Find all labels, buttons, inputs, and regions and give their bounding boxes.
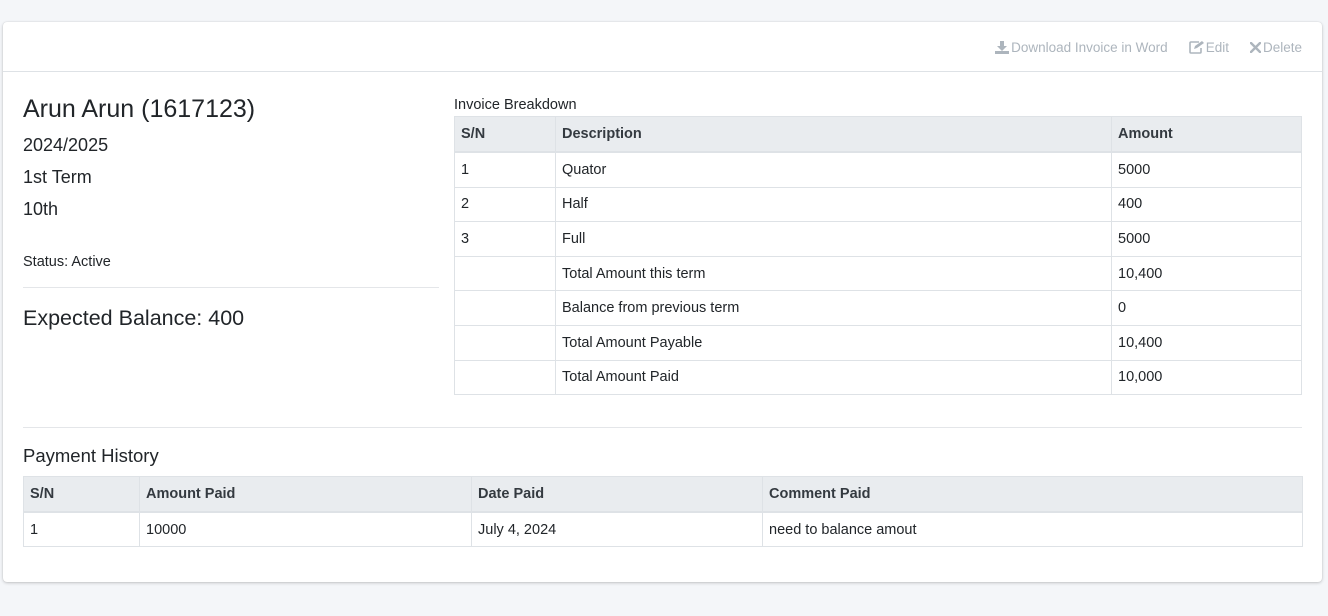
cell-amount: 10,400 xyxy=(1111,324,1302,361)
cell-description: Total Amount this term xyxy=(555,255,1112,292)
cell-amount: 0 xyxy=(1111,290,1302,326)
section-divider xyxy=(23,427,1302,428)
delete-label: Delete xyxy=(1262,40,1302,55)
cell-comment-paid: need to balance amout xyxy=(762,511,1303,547)
term: 1st Term xyxy=(23,167,92,187)
divider xyxy=(23,287,439,288)
payment-history-title: Payment History xyxy=(23,445,159,466)
session: 2024/2025 xyxy=(23,135,109,155)
cell-sn xyxy=(454,290,556,326)
table-row: 3 Full 5000 xyxy=(454,221,1302,257)
cell-sn: 1 xyxy=(23,511,140,547)
cell-amount-paid: 10000 xyxy=(139,511,472,547)
cell-sn: 3 xyxy=(454,221,556,257)
invoice-breakdown-table: S/N Description Amount 1 Quator 5000 2 H… xyxy=(454,116,1302,396)
cell-description: Total Amount Payable xyxy=(555,324,1112,361)
cell-description: Half xyxy=(555,186,1112,223)
class-level: 10th xyxy=(23,199,59,219)
table-row: 1 10000 July 4, 2024 need to balance amo… xyxy=(23,511,1303,547)
card-tools: Download Invoice in Word Edit Delete xyxy=(974,40,1302,55)
edit-label: Edit xyxy=(1205,40,1229,55)
student-name: Arun Arun (1617123) xyxy=(23,95,256,123)
table-row: 1 Quator 5000 xyxy=(454,151,1302,188)
cell-description: Quator xyxy=(555,151,1112,188)
payment-history-table: S/N Amount Paid Date Paid Comment Paid 1… xyxy=(23,476,1303,547)
column-header-amount: Amount xyxy=(1111,116,1302,153)
table-row: 2 Half 400 xyxy=(454,186,1302,223)
cell-sn xyxy=(454,324,556,361)
delete-button[interactable]: Delete xyxy=(1249,40,1302,55)
table-header-row: S/N Amount Paid Date Paid Comment Paid xyxy=(23,476,1303,513)
cell-description: Total Amount Paid xyxy=(555,359,1112,396)
column-header-sn: S/N xyxy=(23,476,140,513)
cell-sn xyxy=(454,359,556,396)
download-invoice-button[interactable]: Download Invoice in Word xyxy=(995,40,1168,55)
table-header-row: S/N Description Amount xyxy=(454,116,1302,153)
table-row: Total Amount Payable 10,400 xyxy=(454,324,1302,361)
cell-description: Balance from previous term xyxy=(555,290,1112,326)
table-row: Total Amount Paid 10,000 xyxy=(454,359,1302,396)
column-header-date-paid: Date Paid xyxy=(471,476,763,513)
edit-button[interactable]: Edit xyxy=(1188,40,1229,55)
cell-description: Full xyxy=(555,221,1112,257)
table-row: Total Amount this term 10,400 xyxy=(454,255,1302,292)
cell-sn: 2 xyxy=(454,186,556,223)
column-header-comment-paid: Comment Paid xyxy=(762,476,1303,513)
download-icon xyxy=(995,41,1010,54)
cell-date-paid: July 4, 2024 xyxy=(471,511,763,547)
download-invoice-label: Download Invoice in Word xyxy=(1011,40,1168,55)
cell-amount: 10,400 xyxy=(1111,255,1302,292)
column-header-description: Description xyxy=(555,116,1112,153)
status-text: Status: Active xyxy=(23,254,111,270)
cell-sn: 1 xyxy=(454,151,556,188)
invoice-breakdown-title: Invoice Breakdown xyxy=(454,97,577,113)
cell-amount: 5000 xyxy=(1111,151,1302,188)
edit-icon xyxy=(1188,41,1204,54)
expected-balance: Expected Balance: 400 xyxy=(23,306,245,330)
column-header-sn: S/N xyxy=(454,116,556,153)
cell-amount: 5000 xyxy=(1111,221,1302,257)
column-header-amount-paid: Amount Paid xyxy=(139,476,472,513)
cell-amount: 400 xyxy=(1111,186,1302,223)
card-header: Download Invoice in Word Edit Delete xyxy=(3,22,1322,72)
table-row: Balance from previous term 0 xyxy=(454,290,1302,326)
cell-sn xyxy=(454,255,556,292)
cell-amount: 10,000 xyxy=(1111,359,1302,396)
close-icon xyxy=(1249,42,1261,53)
